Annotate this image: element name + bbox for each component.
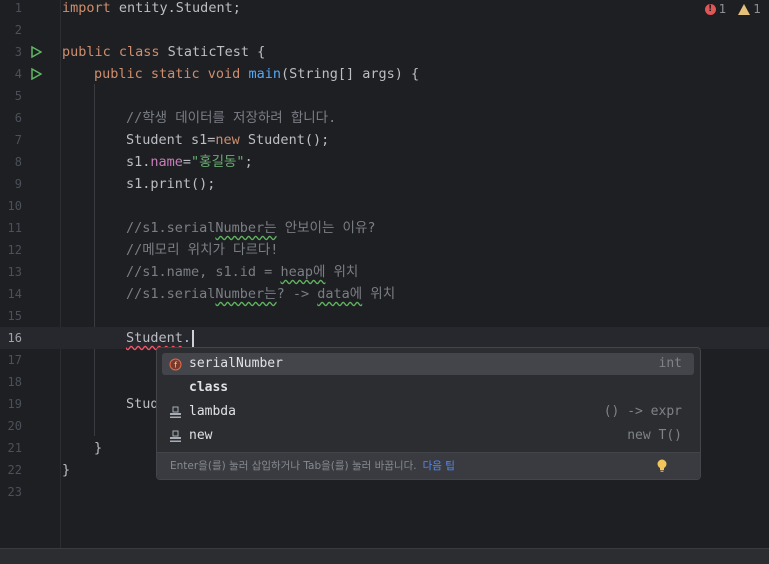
completion-item[interactable]: f serialNumber int <box>162 353 694 375</box>
code-text: import entity.Student; <box>62 0 241 16</box>
code-comment: //s1.name, s1.id = heap에 위치 <box>126 264 359 280</box>
completion-item[interactable]: lambda () -> expr <box>162 401 694 423</box>
code-completion-popup[interactable]: f serialNumber int class lambda () -> ex… <box>156 347 701 480</box>
completion-item[interactable]: new new T() <box>162 425 694 447</box>
line-number: 13 <box>7 265 22 279</box>
line-number: 20 <box>7 419 22 433</box>
code-text: } <box>94 440 103 456</box>
code-text: Stud <box>126 396 159 412</box>
line-number: 12 <box>7 243 22 257</box>
line-number: 17 <box>7 353 22 367</box>
code-line[interactable]: 1 import entity.Student; <box>0 0 769 19</box>
completion-footer: Enter을(를) 눌러 삽입하거나 Tab을(를) 눌러 바꿉니다. 다음 팁 <box>157 452 700 479</box>
code-line[interactable]: 2 <box>0 19 769 41</box>
completion-type: () -> expr <box>603 404 682 419</box>
template-icon <box>170 430 181 442</box>
line-number: 11 <box>7 221 22 235</box>
code-line[interactable]: 4 public static void main(String[] args)… <box>0 63 769 85</box>
svg-text:f: f <box>174 361 177 370</box>
code-line[interactable]: 7 Student s1=new Student(); <box>0 129 769 151</box>
completion-hint: Enter을(를) 눌러 삽입하거나 Tab을(를) 눌러 바꿉니다. 다음 팁 <box>170 460 455 472</box>
run-main-icon[interactable] <box>30 68 42 80</box>
code-line[interactable]: 8 s1.name="홍길동"; <box>0 151 769 173</box>
line-number: 8 <box>14 155 22 169</box>
line-number: 16 <box>7 331 22 345</box>
code-text: s1.print(); <box>126 176 216 192</box>
current-code-line[interactable]: 16 Student. <box>0 327 769 349</box>
line-number: 4 <box>14 67 22 81</box>
code-line[interactable]: 15 <box>0 305 769 327</box>
next-tip-link[interactable]: 다음 팁 <box>423 460 455 472</box>
run-class-icon[interactable] <box>30 46 42 58</box>
line-number: 15 <box>7 309 22 323</box>
code-line[interactable]: 5 <box>0 85 769 107</box>
line-number: 5 <box>14 89 22 103</box>
line-number: 1 <box>14 1 22 15</box>
code-line[interactable]: 13 //s1.name, s1.id = heap에 위치 <box>0 261 769 283</box>
code-text: Student s1=new Student(); <box>126 132 330 148</box>
status-bar <box>0 548 769 564</box>
completion-item[interactable]: class <box>162 377 694 399</box>
code-line[interactable]: 3 public class StaticTest { <box>0 41 769 63</box>
line-number: 2 <box>14 23 22 37</box>
code-comment: //학생 데이터를 저장하려 합니다. <box>126 110 337 126</box>
code-text: } <box>62 462 71 478</box>
code-line[interactable]: 14 //s1.serialNumber는? -> data에 위치 <box>0 283 769 305</box>
line-number: 10 <box>7 199 22 213</box>
line-number: 22 <box>7 463 22 477</box>
code-line[interactable]: 23 <box>0 481 769 503</box>
completion-name: lambda <box>189 404 236 419</box>
line-number: 3 <box>14 45 22 59</box>
line-number: 9 <box>14 177 22 191</box>
completion-type: int <box>658 356 682 371</box>
line-number: 14 <box>7 287 22 301</box>
completion-name: new <box>189 428 213 443</box>
line-number: 18 <box>7 375 22 389</box>
code-text: public static void main(String[] args) { <box>94 66 420 82</box>
code-editor[interactable]: ! 1 1 1 import entity.Student; 2 3 publi… <box>0 0 769 549</box>
completion-type: new T() <box>627 428 682 443</box>
code-line[interactable]: 12 //메모리 위치가 다르다! <box>0 239 769 261</box>
completion-name: class <box>189 380 229 395</box>
line-number: 23 <box>7 485 22 499</box>
template-icon <box>170 406 181 418</box>
field-icon: f <box>169 358 182 371</box>
code-line[interactable]: 11 //s1.serialNumber는 안보이는 이유? <box>0 217 769 239</box>
code-comment: //s1.serialNumber는 안보이는 이유? <box>126 220 376 236</box>
code-text: public class StaticTest { <box>62 44 266 60</box>
line-number: 21 <box>7 441 22 455</box>
text-caret <box>192 329 195 347</box>
code-line[interactable]: 10 <box>0 195 769 217</box>
lightbulb-icon[interactable] <box>657 459 667 473</box>
code-text: Student. <box>126 327 195 349</box>
code-line[interactable]: 6 //학생 데이터를 저장하려 합니다. <box>0 107 769 129</box>
line-number: 7 <box>14 133 22 147</box>
completion-name: serialNumber <box>189 356 283 371</box>
code-comment: //s1.serialNumber는? -> data에 위치 <box>126 286 396 302</box>
line-number: 19 <box>7 397 22 411</box>
code-comment: //메모리 위치가 다르다! <box>126 242 279 258</box>
code-text: s1.name="홍길동"; <box>126 154 253 170</box>
code-line[interactable]: 9 s1.print(); <box>0 173 769 195</box>
line-number: 6 <box>14 111 22 125</box>
